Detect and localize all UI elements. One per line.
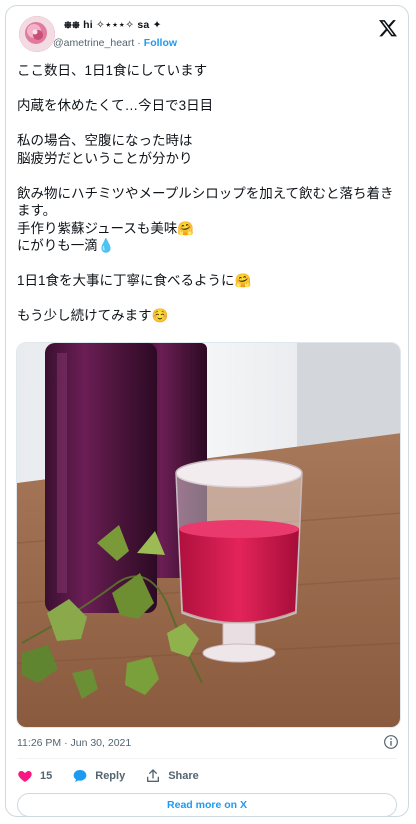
tweet-line: もう少し続けてみます☺️ [17,308,169,323]
speech-bubble-icon [73,770,87,782]
author-handle[interactable]: @ametrine_heart [53,37,134,49]
tweet-line: ここ数日、1日1食にしています [17,63,208,78]
reply-button[interactable]: Reply [72,768,125,784]
separator-dot: · [137,37,141,49]
like-count: 15 [40,770,53,782]
tweet-photo[interactable] [16,342,401,728]
tweet-line: 内蔵を休めたくて…今日で3日目 [17,98,214,113]
tweet-text: ここ数日、1日1食にしています 内蔵を休めたくて…今日で3日目 私の場合、空腹に… [17,62,401,325]
author-handle-row: @ametrine_heart · Follow [53,37,177,49]
info-icon[interactable] [383,734,399,750]
read-more-button[interactable]: Read more on X [17,793,397,817]
tweet-line [17,80,401,98]
tweet-line [17,255,401,273]
author-display-name[interactable]: ᪥᪥ hi ✧⋆⋆⋆✧ sa ✦ [64,18,162,34]
divider [17,758,397,759]
like-button[interactable]: 15 [17,768,52,784]
avatar[interactable] [19,16,55,52]
action-bar: 15 Reply Share [17,766,219,786]
share-label: Share [168,770,199,782]
share-arrow-icon [147,769,160,782]
tweet-line: 脳疲労だということが分かり [17,150,193,166]
tweet-timestamp[interactable]: 11:26 PM · Jun 30, 2021 [17,737,131,749]
heart-icon [18,771,32,782]
share-button[interactable]: Share [145,768,199,784]
tweet-line: 手作り紫蘇ジュースも美味🤗 [17,220,195,236]
tweet-line: 私の場合、空腹になった時は [17,133,193,148]
tweet-line [17,167,401,185]
tweet-line [17,115,401,133]
tweet-line [17,290,401,308]
x-logo-icon[interactable] [378,18,398,38]
tweet-card: ᪥᪥ hi ✧⋆⋆⋆✧ sa ✦ @ametrine_heart · Follow … [5,5,409,817]
tweet-line: 飲み物にハチミツやメープルシロップを加えて飲むと落ち着きます。 [17,185,394,219]
tweet-line: 1日1食を大事に丁寧に食べるように🤗 [17,273,252,288]
reply-label: Reply [95,770,126,782]
tweet-line: にがりも一滴💧 [17,238,115,253]
follow-button[interactable]: Follow [144,37,177,49]
